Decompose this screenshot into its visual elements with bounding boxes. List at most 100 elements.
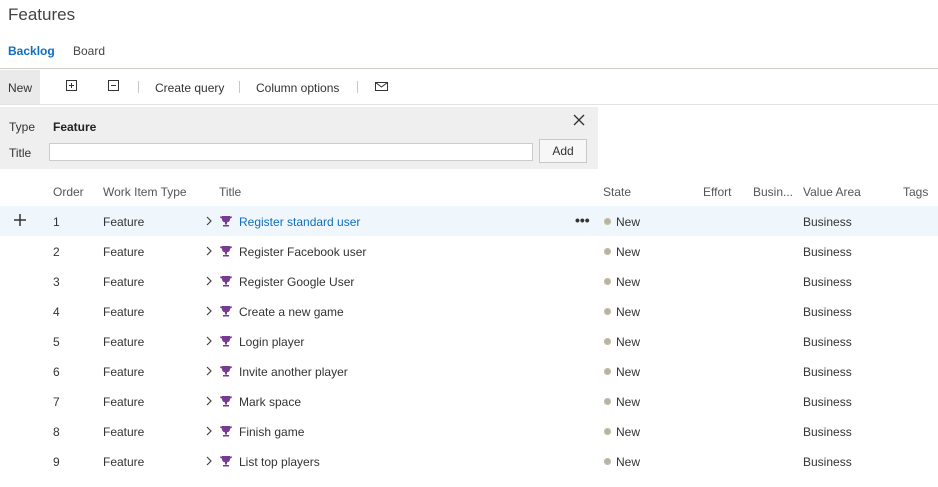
row-order: 5 <box>53 335 60 349</box>
table-row[interactable]: 4 Feature Create a new game New Business <box>0 296 938 326</box>
row-value-area: Business <box>803 335 852 349</box>
row-value-area: Business <box>803 275 852 289</box>
table-row[interactable]: 6 Feature Invite another player New Busi… <box>0 356 938 386</box>
row-value-area: Business <box>803 425 852 439</box>
add-item-panel: Type Feature Title Add <box>0 107 598 169</box>
close-icon[interactable] <box>573 114 585 126</box>
row-order: 8 <box>53 425 60 439</box>
table-row[interactable]: 3 Feature Register Google User New Busin… <box>0 266 938 296</box>
row-work-item-type: Feature <box>103 335 145 349</box>
table-row[interactable]: 9 Feature List top players New Business <box>0 446 938 476</box>
new-button-label: New <box>8 81 33 95</box>
new-button[interactable]: New <box>0 70 40 104</box>
add-button[interactable]: Add <box>539 139 587 163</box>
table-row[interactable]: 7 Feature Mark space New Business <box>0 386 938 416</box>
state-indicator-icon <box>604 248 611 255</box>
row-order: 3 <box>53 275 60 289</box>
row-value-area: Business <box>803 215 852 229</box>
trophy-icon <box>220 276 232 287</box>
trophy-icon <box>220 246 232 257</box>
column-header-work-item-type[interactable]: Work Item Type <box>103 185 187 199</box>
state-indicator-icon <box>604 338 611 345</box>
row-title-link[interactable]: Login player <box>239 335 304 349</box>
page-title: Features <box>8 5 76 24</box>
row-title-link[interactable]: Register standard user <box>239 215 360 229</box>
chevron-right-icon[interactable] <box>206 246 212 256</box>
row-title-link[interactable]: Register Google User <box>239 275 354 289</box>
type-value: Feature <box>53 120 97 134</box>
row-title-link[interactable]: Register Facebook user <box>239 245 366 259</box>
row-work-item-type: Feature <box>103 275 145 289</box>
table-row[interactable]: 8 Feature Finish game New Business <box>0 416 938 446</box>
column-header-effort[interactable]: Effort <box>703 185 731 199</box>
row-value-area: Business <box>803 305 852 319</box>
title-input[interactable] <box>49 143 533 161</box>
row-value-area: Business <box>803 365 852 379</box>
chevron-right-icon[interactable] <box>206 216 212 226</box>
row-title-link[interactable]: Invite another player <box>239 365 348 379</box>
row-state: New <box>616 335 641 349</box>
collapse-all-icon[interactable] <box>108 80 119 91</box>
column-header-tags[interactable]: Tags <box>903 185 928 199</box>
row-state: New <box>616 215 641 229</box>
row-order: 7 <box>53 395 60 409</box>
mail-icon[interactable] <box>375 82 388 91</box>
row-work-item-type: Feature <box>103 395 145 409</box>
state-indicator-icon <box>604 458 611 465</box>
chevron-right-icon[interactable] <box>206 396 212 406</box>
type-label: Type <box>9 120 36 134</box>
tab-backlog[interactable]: Backlog <box>8 44 55 58</box>
more-options-icon[interactable]: ••• <box>575 212 590 228</box>
add-child-icon[interactable] <box>14 214 26 226</box>
state-indicator-icon <box>604 428 611 435</box>
chevron-right-icon[interactable] <box>206 366 212 376</box>
view-tabs: Backlog Board <box>0 44 938 68</box>
row-order: 6 <box>53 365 60 379</box>
column-header-value-area[interactable]: Value Area <box>803 185 861 199</box>
chevron-right-icon[interactable] <box>206 336 212 346</box>
toolbar-separator <box>357 81 358 93</box>
trophy-icon <box>220 306 232 317</box>
chevron-right-icon[interactable] <box>206 426 212 436</box>
column-header-order[interactable]: Order <box>53 185 84 199</box>
trophy-icon <box>220 216 232 227</box>
row-order: 4 <box>53 305 60 319</box>
row-state: New <box>616 305 641 319</box>
chevron-right-icon[interactable] <box>206 276 212 286</box>
row-order: 9 <box>53 455 60 469</box>
table-row[interactable]: 1 Feature Register standard user ••• New… <box>0 206 938 236</box>
expand-all-icon[interactable] <box>66 80 77 91</box>
row-work-item-type: Feature <box>103 215 145 229</box>
tab-board[interactable]: Board <box>73 44 105 58</box>
trophy-icon <box>220 366 232 377</box>
chevron-right-icon[interactable] <box>206 456 212 466</box>
trophy-icon <box>220 396 232 407</box>
row-title-link[interactable]: Mark space <box>239 395 301 409</box>
row-title-link[interactable]: Create a new game <box>239 305 344 319</box>
column-options-button[interactable]: Column options <box>256 81 339 95</box>
row-work-item-type: Feature <box>103 425 145 439</box>
row-title-link[interactable]: List top players <box>239 455 320 469</box>
row-order: 1 <box>53 215 60 229</box>
row-work-item-type: Feature <box>103 305 145 319</box>
tabs-divider <box>0 68 938 69</box>
column-header-state[interactable]: State <box>603 185 631 199</box>
toolbar-separator <box>239 81 240 93</box>
column-header-title[interactable]: Title <box>219 185 241 199</box>
create-query-button[interactable]: Create query <box>155 81 224 95</box>
row-title-link[interactable]: Finish game <box>239 425 304 439</box>
table-row[interactable]: 5 Feature Login player New Business <box>0 326 938 356</box>
toolbar: New Create query Column options <box>0 70 938 104</box>
state-indicator-icon <box>604 278 611 285</box>
trophy-icon <box>220 426 232 437</box>
row-work-item-type: Feature <box>103 455 145 469</box>
state-indicator-icon <box>604 368 611 375</box>
title-label: Title <box>9 146 32 160</box>
toolbar-divider <box>0 104 938 105</box>
row-state: New <box>616 455 641 469</box>
table-row[interactable]: 2 Feature Register Facebook user New Bus… <box>0 236 938 266</box>
column-header-business-value[interactable]: Busin... <box>753 185 793 199</box>
row-state: New <box>616 245 641 259</box>
row-state: New <box>616 275 641 289</box>
chevron-right-icon[interactable] <box>206 306 212 316</box>
